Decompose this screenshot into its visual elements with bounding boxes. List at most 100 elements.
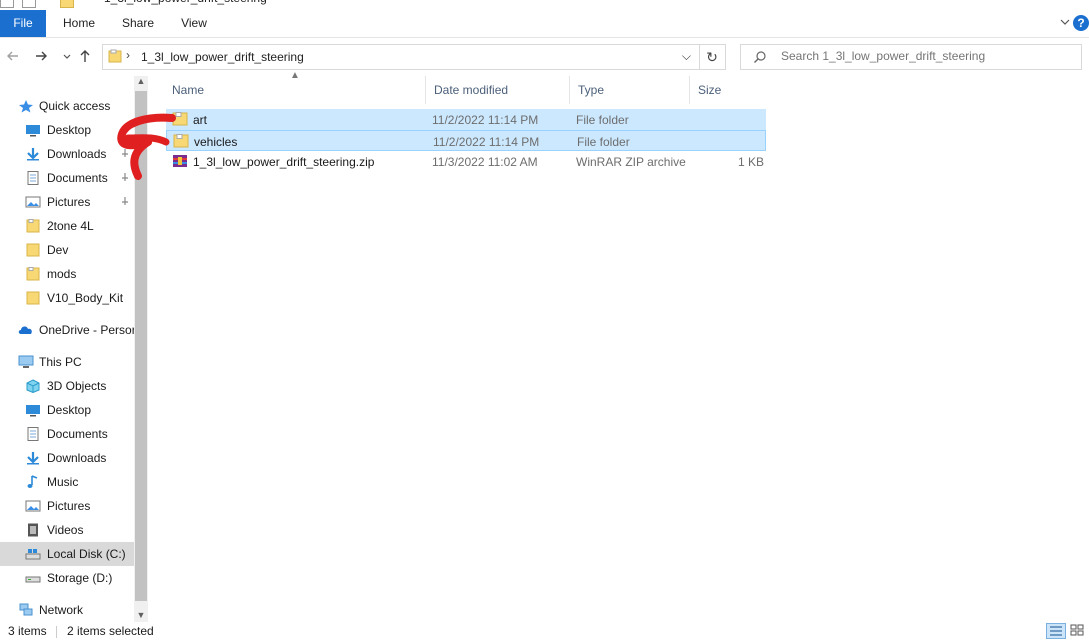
title-bar: 1_3l_low_power_drift_steering: [0, 0, 1089, 8]
search-icon: [754, 51, 766, 63]
details-view-icon: [1050, 626, 1062, 636]
arrow-left-icon: [7, 51, 18, 61]
tab-share[interactable]: Share: [112, 10, 164, 37]
search-input[interactable]: [781, 47, 1071, 65]
column-header-name[interactable]: Name: [164, 76, 426, 104]
sidebar-item-label: Desktop: [47, 403, 92, 417]
file-list: ▲ Name Date modified Type Size art 11/2/…: [158, 70, 1089, 622]
pictures-icon: [25, 500, 41, 512]
file-name: vehicles: [194, 135, 238, 149]
folder-icon: [26, 291, 40, 305]
address-dropdown-icon[interactable]: ⌵: [682, 49, 691, 64]
sidebar-item-label: 2tone 4L: [47, 219, 94, 233]
navigation-bar: › 1_3l_low_power_drift_steering ⌵ ↻: [0, 38, 1089, 74]
sidebar-item-pc-desktop[interactable]: Desktop: [0, 398, 134, 422]
folder-icon: [26, 267, 40, 281]
chevron-down-icon[interactable]: [1059, 16, 1071, 28]
scroll-up-icon[interactable]: ▲: [134, 76, 148, 90]
drive-icon: [25, 576, 41, 583]
star-icon: [19, 100, 33, 113]
folder-icon: [26, 219, 40, 233]
recent-locations-button[interactable]: [58, 47, 76, 65]
file-type: File folder: [577, 135, 630, 149]
sidebar-item-label: Videos: [47, 523, 84, 537]
table-row[interactable]: vehicles 11/2/2022 11:14 PM File folder: [166, 130, 766, 151]
refresh-button[interactable]: ↻: [699, 44, 726, 70]
sidebar-item-onedrive[interactable]: OneDrive - Persor: [0, 318, 136, 342]
drive-icon: [25, 549, 41, 560]
sidebar-item-label: mods: [47, 267, 77, 281]
annotation-arrow-icon: [117, 113, 176, 180]
table-row[interactable]: art 11/2/2022 11:14 PM File folder: [166, 109, 766, 130]
details-view-button[interactable]: [1046, 623, 1066, 639]
back-button[interactable]: [4, 47, 22, 65]
sidebar-item-this-pc[interactable]: This PC: [0, 350, 134, 374]
sidebar-item-2tone-4l[interactable]: 2tone 4L: [0, 214, 134, 238]
status-divider: [56, 626, 57, 638]
tab-home[interactable]: Home: [52, 10, 106, 37]
sidebar-item-pictures[interactable]: Pictures: [0, 190, 134, 214]
sidebar-item-mods[interactable]: mods: [0, 262, 134, 286]
sidebar-item-local-disk-c[interactable]: Local Disk (C:): [0, 542, 134, 566]
sidebar-item-pc-documents[interactable]: Documents: [0, 422, 134, 446]
selection-count: 2 items selected: [67, 624, 154, 638]
column-header-size[interactable]: Size: [690, 76, 764, 104]
file-date: 11/2/2022 11:14 PM: [433, 135, 540, 149]
sidebar-item-3d-objects[interactable]: 3D Objects: [0, 374, 134, 398]
sidebar-item-v10-body-kit[interactable]: V10_Body_Kit: [0, 286, 134, 310]
music-note-icon: [27, 475, 38, 488]
sidebar-item-storage-d[interactable]: Storage (D:): [0, 566, 134, 590]
download-arrow-icon: [27, 148, 39, 161]
tab-view[interactable]: View: [168, 10, 220, 37]
breadcrumb[interactable]: 1_3l_low_power_drift_steering: [141, 50, 304, 64]
window-title: 1_3l_low_power_drift_steering: [104, 0, 267, 5]
film-icon: [28, 523, 38, 537]
tab-file[interactable]: File: [0, 10, 46, 37]
table-row[interactable]: 1_3l_low_power_drift_steering.zip 11/3/2…: [166, 151, 766, 172]
sidebar-item-label: V10_Body_Kit: [47, 291, 124, 305]
arrow-up-icon: [80, 50, 90, 62]
file-type: File folder: [576, 113, 629, 127]
sidebar-item-videos[interactable]: Videos: [0, 518, 134, 542]
file-name: 1_3l_low_power_drift_steering.zip: [193, 155, 375, 169]
file-type: WinRAR ZIP archive: [576, 155, 686, 169]
column-header-date-modified[interactable]: Date modified: [426, 76, 570, 104]
breadcrumb-separator[interactable]: ›: [126, 48, 130, 62]
ribbon: File Home Share View ?: [0, 10, 1089, 38]
cloud-icon: [18, 326, 32, 334]
sidebar-item-label: Local Disk (C:): [47, 547, 126, 561]
chevron-down-icon: [63, 54, 71, 59]
sidebar-item-dev[interactable]: Dev: [0, 238, 134, 262]
search-box[interactable]: [740, 44, 1082, 70]
file-name: art: [193, 113, 208, 127]
sidebar-item-label: Documents: [47, 171, 108, 185]
sidebar-item-pc-pictures[interactable]: Pictures: [0, 494, 134, 518]
computer-icon: [18, 355, 34, 368]
help-icon[interactable]: ?: [1073, 15, 1089, 31]
file-date: 11/2/2022 11:14 PM: [432, 113, 539, 127]
desktop-icon: [26, 405, 40, 417]
folder-icon: [108, 49, 122, 63]
sidebar-item-label: Pictures: [47, 195, 91, 209]
scroll-down-icon[interactable]: ▼: [134, 608, 148, 622]
sidebar-item-label: Music: [47, 475, 79, 489]
forward-button[interactable]: [32, 47, 50, 65]
folder-icon: [26, 243, 40, 257]
sidebar-item-label: Storage (D:): [47, 571, 113, 585]
sidebar-item-label: Pictures: [47, 499, 91, 513]
up-button[interactable]: [76, 47, 94, 65]
desktop-icon: [26, 125, 40, 137]
sidebar-item-music[interactable]: Music: [0, 470, 134, 494]
document-icon: [27, 171, 39, 185]
column-header-type[interactable]: Type: [570, 76, 690, 104]
pin-icon[interactable]: [120, 196, 130, 206]
file-size: 1 KB: [737, 155, 764, 169]
large-icons-view-button[interactable]: [1068, 623, 1088, 639]
sidebar-item-pc-downloads[interactable]: Downloads: [0, 446, 134, 470]
sidebar-item-label: Network: [39, 603, 84, 617]
sidebar-item-network[interactable]: Network: [0, 598, 134, 622]
sidebar-item-label: Downloads: [47, 147, 107, 161]
address-bar[interactable]: › 1_3l_low_power_drift_steering ⌵: [102, 44, 700, 70]
sidebar-item-label: 3D Objects: [47, 379, 107, 393]
quick-access-toolbar-icon[interactable]: [22, 0, 36, 8]
